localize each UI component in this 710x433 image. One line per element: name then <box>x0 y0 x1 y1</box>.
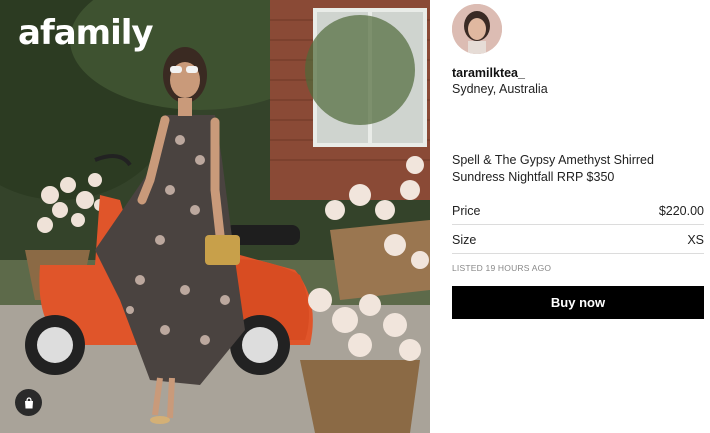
size-row: Size XS <box>452 227 704 254</box>
shopping-bag-button[interactable] <box>15 389 42 416</box>
photo-illustration <box>0 0 430 433</box>
seller-avatar[interactable] <box>452 4 502 54</box>
seller-location: Sydney, Australia <box>452 82 548 96</box>
listing-title: Spell & The Gypsy Amethyst Shirred Sundr… <box>452 153 654 184</box>
buy-now-button[interactable]: Buy now <box>452 286 704 319</box>
seller-username[interactable]: taramilktea_ <box>452 66 525 80</box>
price-row: Price $220.00 <box>452 198 704 225</box>
price-value: $220.00 <box>658 204 704 218</box>
size-value: XS <box>687 233 704 247</box>
shopping-bag-icon <box>24 396 33 408</box>
listed-time: LISTED 19 HOURS AGO <box>452 263 552 273</box>
watermark-logo: afamily <box>18 13 154 53</box>
price-label: Price <box>452 204 481 218</box>
size-label: Size <box>452 233 477 247</box>
listing-panel: taramilktea_ Sydney, Australia Spell & T… <box>452 0 704 433</box>
avatar-image <box>452 4 502 54</box>
product-photo[interactable]: afamily <box>0 0 430 433</box>
